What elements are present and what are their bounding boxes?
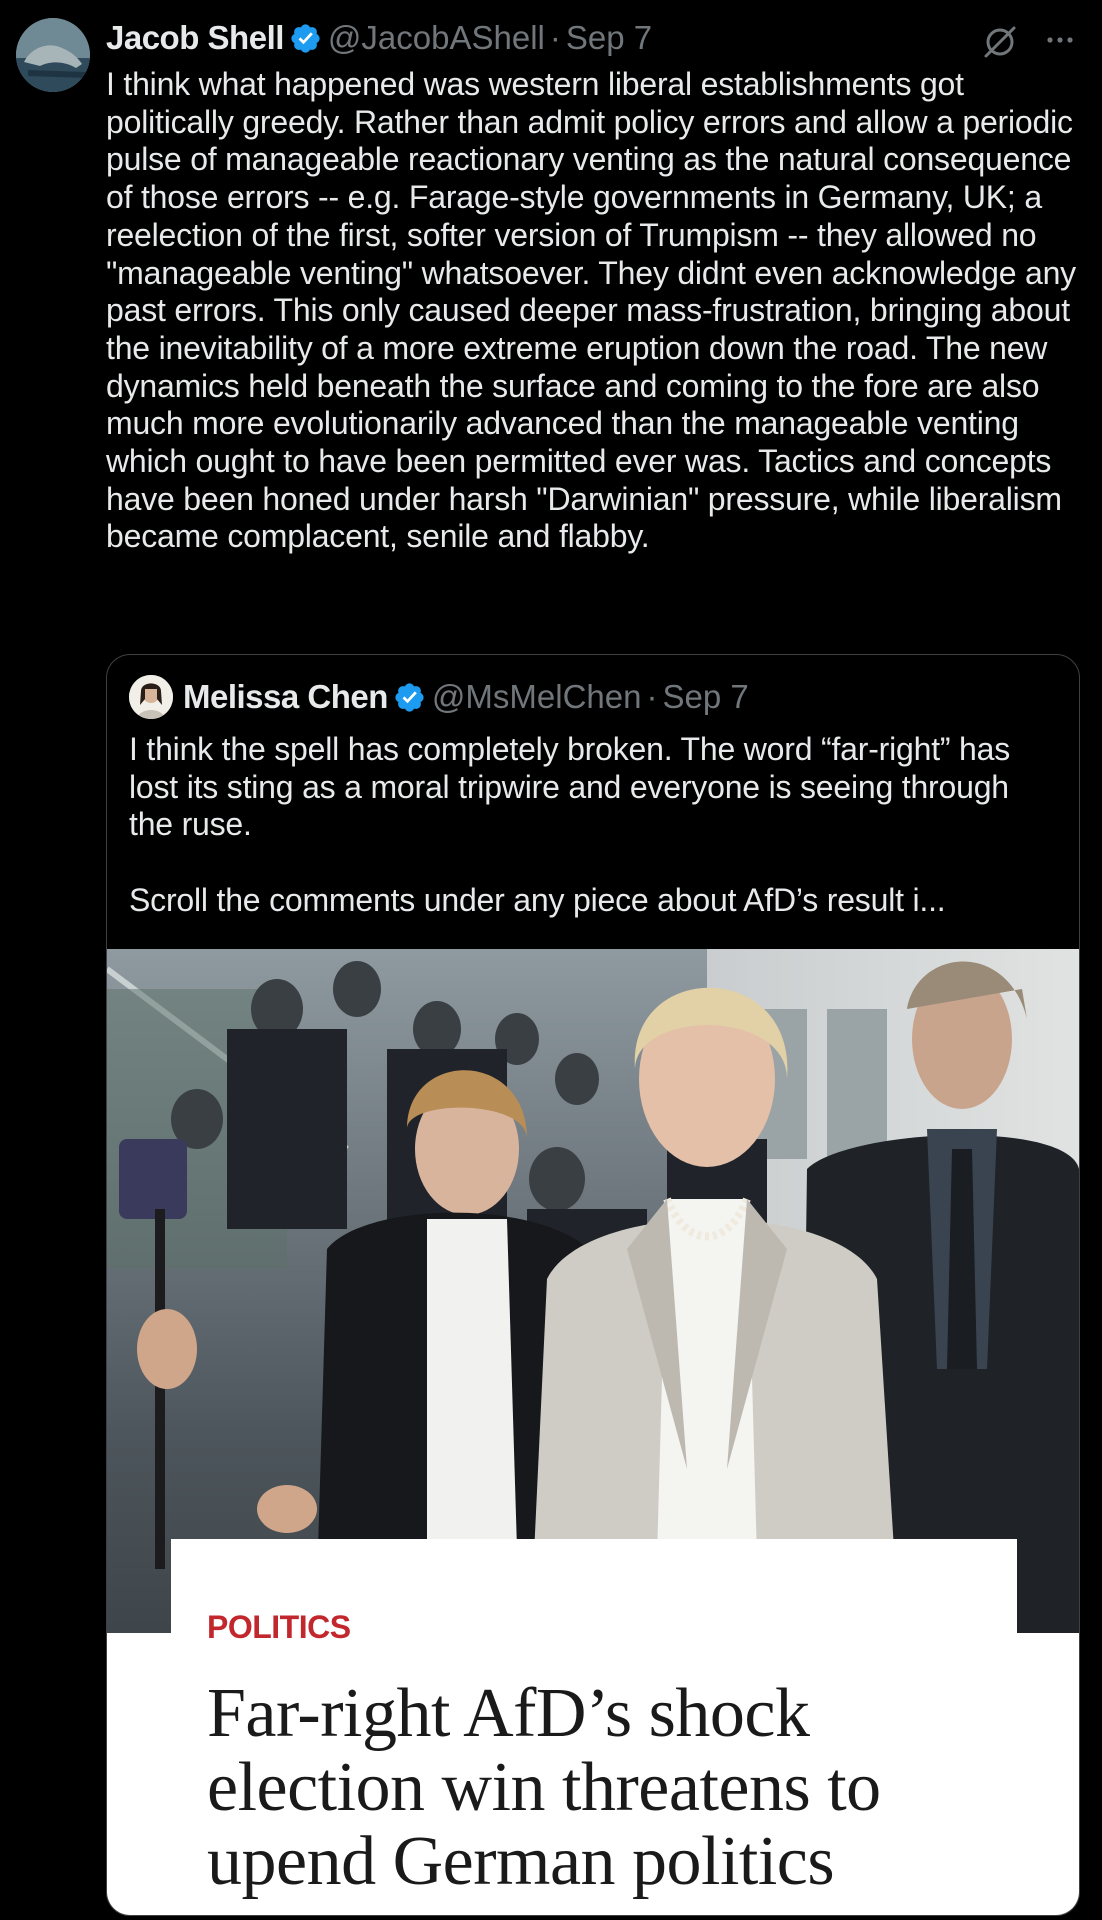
grok-icon[interactable] <box>980 22 1020 62</box>
tweet[interactable]: Jacob Shell @JacobAShell · Sep 7 I think… <box>0 0 1102 1920</box>
quoted-tweet[interactable]: Melissa Chen @MsMelChen · Sep 7 I think … <box>106 654 1080 1916</box>
author-avatar[interactable] <box>16 18 90 92</box>
quoted-tweet-header: Melissa Chen @MsMelChen · Sep 7 <box>129 675 749 719</box>
tweet-text: I think what happened was western libera… <box>106 66 1076 555</box>
quoted-author-name[interactable]: Melissa Chen <box>183 678 388 716</box>
quoted-tweet-date[interactable]: Sep 7 <box>662 678 748 716</box>
article-card[interactable]: POLITICS Far-right AfD’s shock election … <box>107 1539 1079 1915</box>
article-section-label: POLITICS <box>207 1609 351 1645</box>
tweet-header: Jacob Shell @JacobAShell · Sep 7 <box>106 16 652 60</box>
verified-badge-icon <box>289 22 322 55</box>
quoted-author-handle[interactable]: @MsMelChen <box>432 678 642 716</box>
article-headline: Far-right AfD’s shock election win threa… <box>207 1675 881 1900</box>
separator-dot: · <box>646 678 658 715</box>
quoted-tweet-text: I think the spell has completely broken.… <box>129 731 1011 918</box>
verified-badge-icon <box>393 681 426 714</box>
author-handle[interactable]: @JacobAShell <box>328 19 545 57</box>
quoted-author-avatar[interactable] <box>129 675 173 719</box>
more-options-icon[interactable] <box>1040 20 1080 60</box>
tweet-date[interactable]: Sep 7 <box>566 19 652 57</box>
author-name[interactable]: Jacob Shell <box>106 19 284 57</box>
separator-dot: · <box>549 19 561 56</box>
